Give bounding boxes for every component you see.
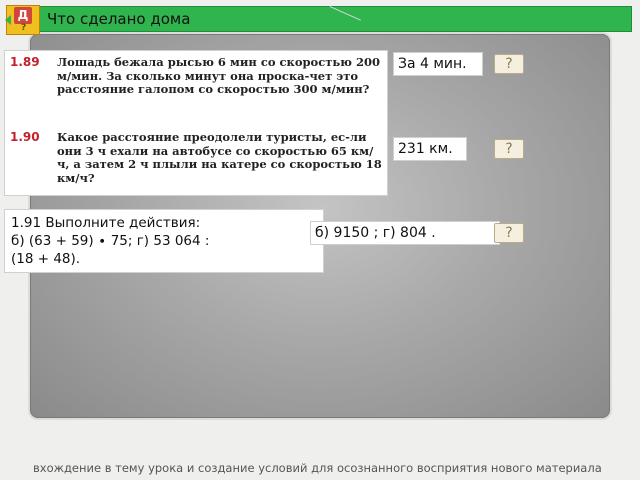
badge-question-icon: ?	[21, 23, 27, 33]
badge-letter: Д	[14, 7, 32, 24]
task-expression-tail: (18 + 48).	[11, 251, 81, 267]
problem-number: 1.90	[10, 130, 40, 144]
task-1-91-card: 1.91 Выполните действия: б) (63 + 59) ∙ …	[4, 209, 324, 273]
reveal-answer-button-1-89[interactable]: ?	[494, 54, 524, 74]
reveal-answer-button-1-91[interactable]: ?	[494, 223, 524, 243]
problem-number: 1.89	[10, 55, 40, 69]
answer-1-90: 231 км.	[393, 137, 467, 161]
answer-1-91: б) 9150 ; г) 804 .	[310, 221, 500, 245]
homework-badge: Д ?	[5, 5, 40, 35]
task-expressions: б) (63 + 59) ∙ 75; г) 53 064 :	[11, 233, 210, 249]
task-heading: 1.91 Выполните действия:	[11, 215, 201, 231]
reveal-answer-button-1-90[interactable]: ?	[494, 139, 524, 159]
problem-text: Лошадь бежала рысью 6 мин со скоростью 2…	[57, 55, 380, 96]
slide-title: Что сделано дома	[47, 10, 191, 28]
header-bar: Что сделано дома	[38, 6, 632, 32]
badge-arrow-icon	[5, 15, 11, 25]
problem-text: Какое расстояние преодолели туристы, ес-…	[57, 130, 382, 185]
answer-1-89: За 4 мин.	[393, 52, 483, 76]
footer-caption: вхождение в тему урока и создание услови…	[33, 461, 602, 475]
problems-card: 1.89 Лошадь бежала рысью 6 мин со скорос…	[4, 50, 388, 196]
